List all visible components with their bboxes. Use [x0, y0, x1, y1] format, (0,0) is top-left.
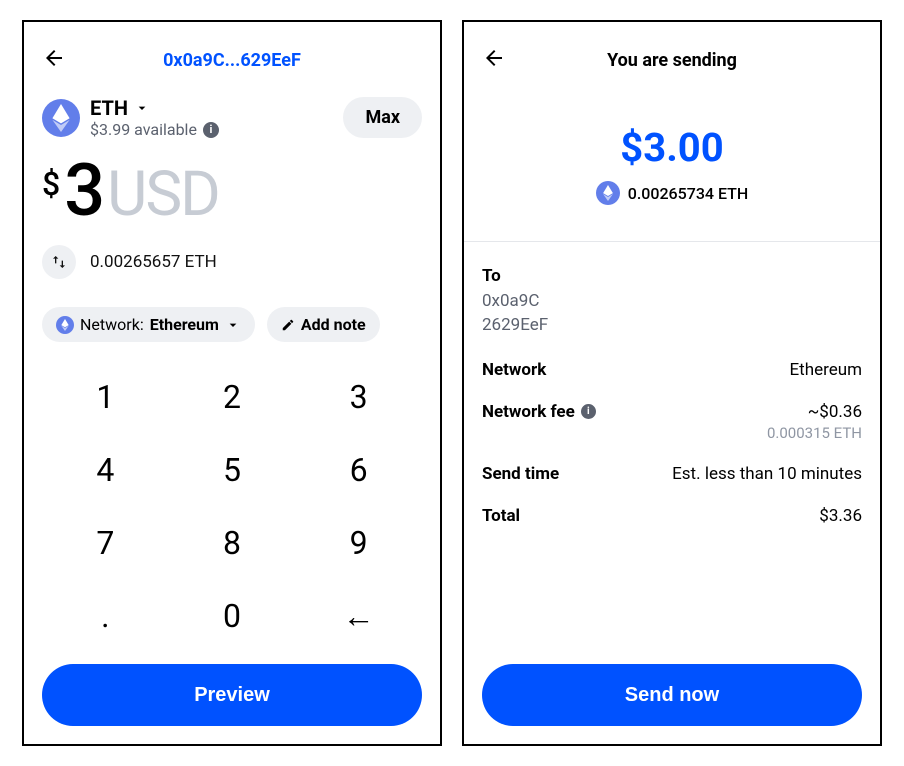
- add-note-label: Add note: [301, 315, 366, 334]
- time-value: Est. less than 10 minutes: [672, 464, 862, 484]
- key-2[interactable]: 2: [169, 360, 296, 433]
- info-icon[interactable]: i: [581, 404, 596, 419]
- amount-currency: USD: [107, 164, 219, 226]
- asset-selector[interactable]: ETH $3.99 available i: [90, 96, 219, 139]
- divider: [464, 241, 880, 242]
- network-label: Network: [482, 360, 546, 380]
- send-entry-screen: 0x0a9C...629EeF ETH $3.99 available i Ma…: [22, 20, 442, 746]
- back-button[interactable]: [42, 46, 66, 70]
- send-confirm-screen: You are sending $3.00 0.00265734 ETH To …: [462, 20, 882, 746]
- info-icon[interactable]: i: [203, 122, 219, 138]
- key-7[interactable]: 7: [42, 506, 169, 579]
- header: 0x0a9C...629EeF: [42, 42, 422, 78]
- key-8[interactable]: 8: [169, 506, 296, 579]
- to-label: To: [482, 266, 862, 286]
- to-address-line1: 0x0a9C: [482, 290, 862, 314]
- eth-icon: [56, 316, 74, 334]
- asset-symbol: ETH: [90, 96, 128, 120]
- arrow-left-icon: [42, 46, 66, 70]
- key-backspace[interactable]: ←: [295, 579, 422, 652]
- network-prefix: Network:: [80, 315, 144, 334]
- amount-display: $ 3 USD: [42, 155, 422, 227]
- add-note-button[interactable]: Add note: [267, 307, 380, 342]
- summary-amount: $3.00: [620, 124, 723, 171]
- fee-usd: ~$0.36: [808, 402, 862, 422]
- key-0[interactable]: 0: [169, 579, 296, 652]
- key-4[interactable]: 4: [42, 433, 169, 506]
- summary-amount-block: $3.00 0.00265734 ETH: [482, 124, 862, 205]
- chevron-down-icon: [225, 317, 241, 333]
- summary-amount-eth: 0.00265734 ETH: [628, 184, 749, 203]
- summary-amount-sub: 0.00265734 ETH: [596, 181, 749, 205]
- swap-row: 0.00265657 ETH: [42, 245, 422, 279]
- time-label: Send time: [482, 464, 559, 484]
- total-row: Total $3.36: [482, 506, 862, 526]
- key-dot[interactable]: .: [42, 579, 169, 652]
- back-button[interactable]: [482, 46, 506, 70]
- fee-eth: 0.000315 ETH: [767, 424, 862, 442]
- spacer: [482, 548, 862, 652]
- max-button[interactable]: Max: [343, 97, 422, 138]
- amount-equivalent: 0.00265657 ETH: [90, 252, 217, 272]
- to-block: To 0x0a9C 2629EeF: [482, 266, 862, 338]
- time-row: Send time Est. less than 10 minutes: [482, 464, 862, 484]
- dollar-sign: $: [42, 168, 60, 200]
- recipient-address[interactable]: 0x0a9C...629EeF: [163, 50, 301, 71]
- fee-row: Network fee i ~$0.36 0.000315 ETH: [482, 402, 862, 442]
- header: You are sending: [482, 42, 862, 78]
- page-title: You are sending: [607, 50, 737, 71]
- key-1[interactable]: 1: [42, 360, 169, 433]
- network-selector[interactable]: Network: Ethereum: [42, 307, 255, 342]
- key-9[interactable]: 9: [295, 506, 422, 579]
- asset-row: ETH $3.99 available i Max: [42, 96, 422, 139]
- key-3[interactable]: 3: [295, 360, 422, 433]
- total-value: $3.36: [819, 506, 862, 526]
- fee-label: Network fee: [482, 402, 575, 422]
- pill-row: Network: Ethereum Add note: [42, 307, 422, 342]
- network-row: Network Ethereum: [482, 360, 862, 380]
- amount-value: 3: [64, 155, 103, 227]
- eth-icon: [596, 181, 620, 205]
- to-address-line2: 2629EeF: [482, 314, 862, 338]
- chevron-down-icon: [134, 100, 150, 116]
- send-now-button[interactable]: Send now: [482, 664, 862, 726]
- swap-currency-button[interactable]: [42, 245, 76, 279]
- network-value: Ethereum: [790, 360, 863, 380]
- pencil-icon: [281, 318, 295, 332]
- key-5[interactable]: 5: [169, 433, 296, 506]
- arrow-left-icon: [482, 46, 506, 70]
- preview-button[interactable]: Preview: [42, 664, 422, 726]
- network-value: Ethereum: [150, 315, 219, 334]
- total-label: Total: [482, 506, 520, 526]
- eth-icon: [42, 99, 80, 137]
- swap-icon: [51, 254, 67, 270]
- available-balance: $3.99 available: [90, 120, 197, 139]
- numeric-keypad: 1 2 3 4 5 6 7 8 9 . 0 ←: [42, 360, 422, 652]
- key-6[interactable]: 6: [295, 433, 422, 506]
